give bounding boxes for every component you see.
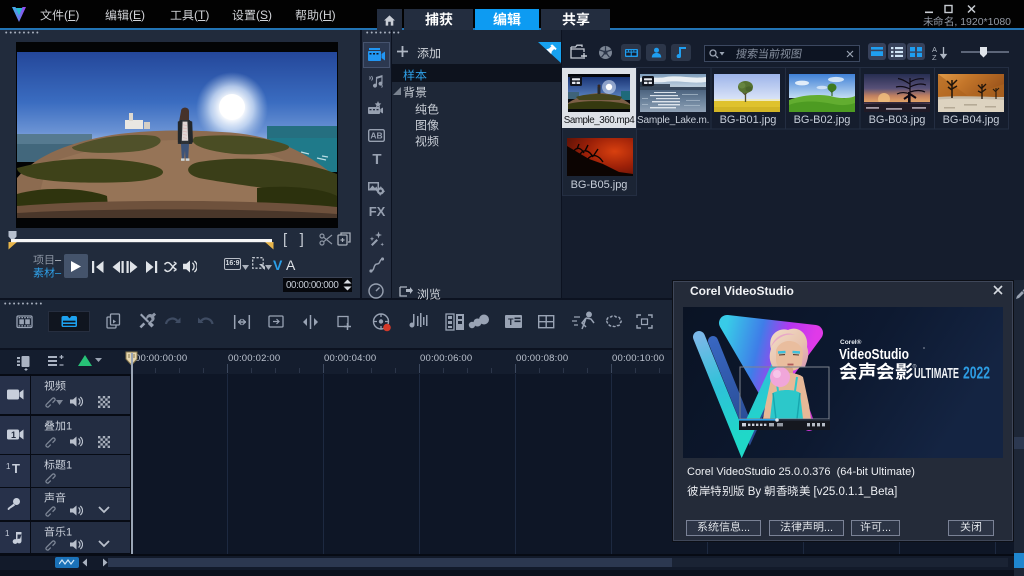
svg-text:Corel®: Corel® bbox=[840, 338, 862, 346]
svg-text:Z: Z bbox=[932, 53, 937, 60]
svg-text:AB: AB bbox=[370, 131, 382, 141]
svg-text:®: ® bbox=[913, 363, 917, 370]
svg-text:2022: 2022 bbox=[963, 363, 990, 383]
svg-text:ULTIMATE: ULTIMATE bbox=[914, 366, 959, 382]
svg-text:1: 1 bbox=[11, 430, 16, 440]
svg-text:°: ° bbox=[923, 347, 925, 353]
